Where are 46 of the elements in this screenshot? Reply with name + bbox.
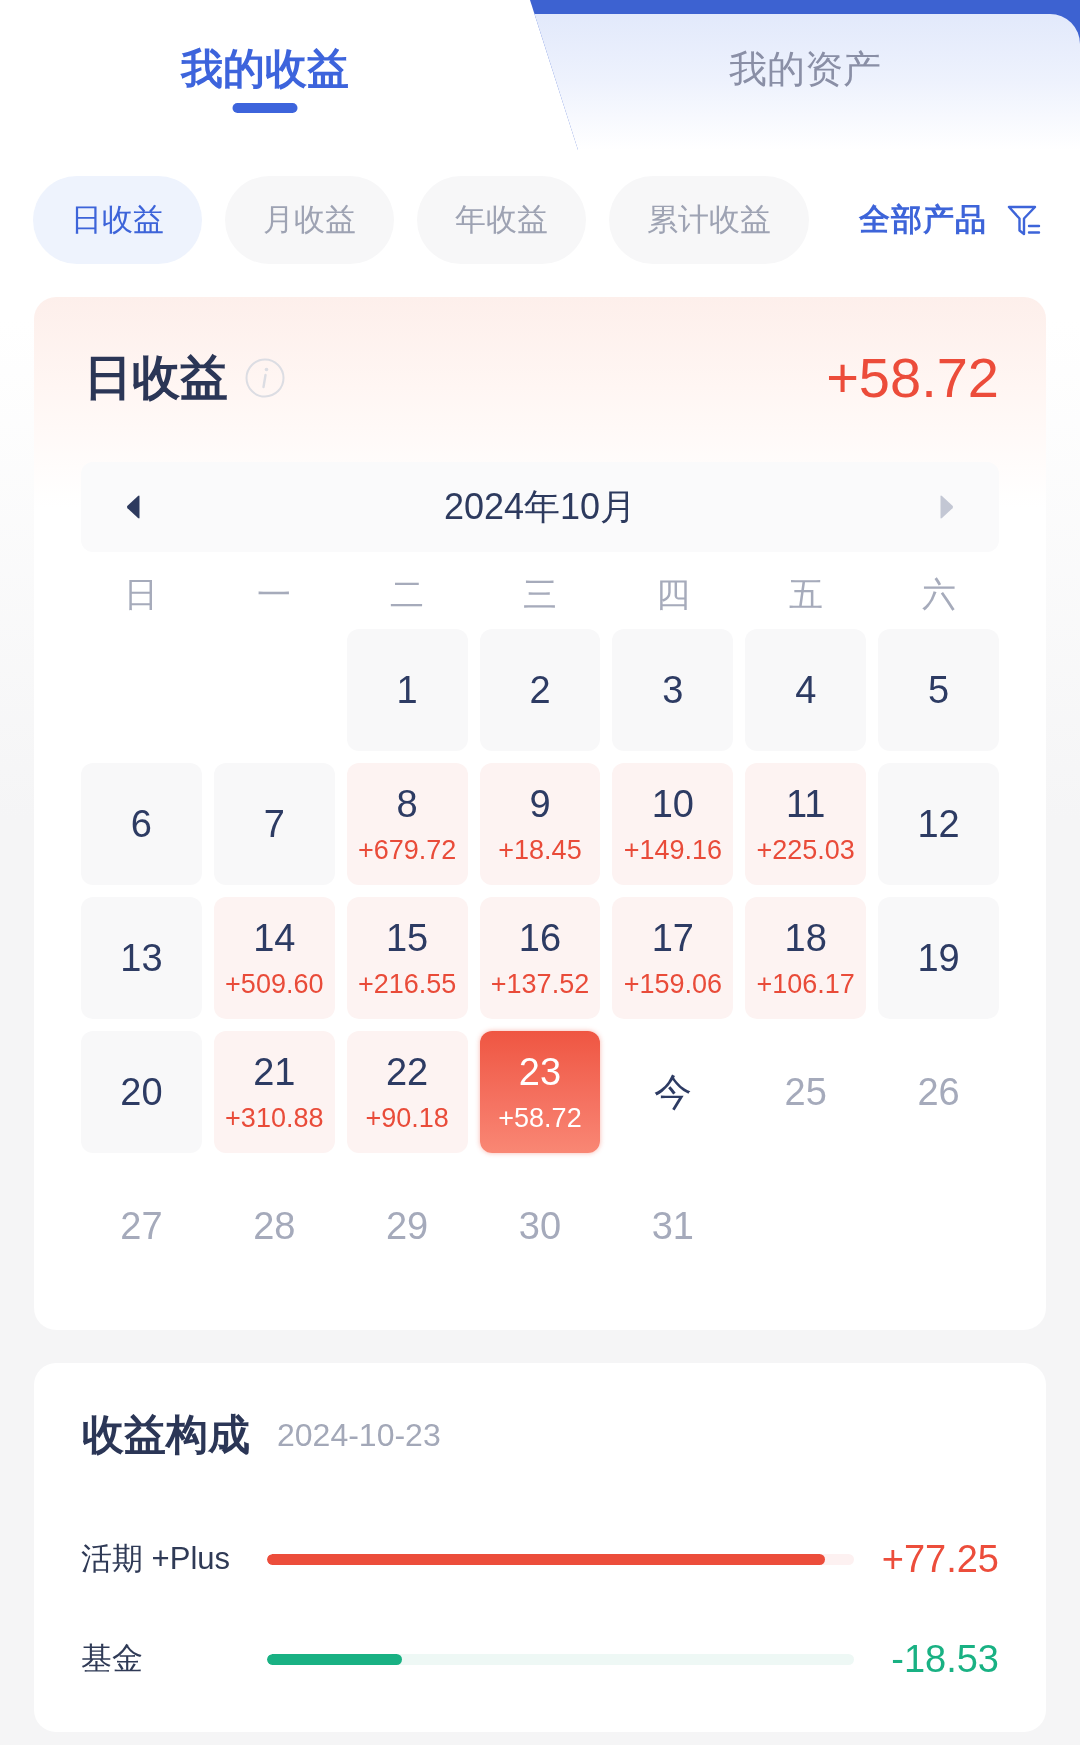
weekday-label: 一 — [256, 573, 293, 615]
info-icon[interactable] — [245, 358, 285, 398]
weekday-label: 五 — [787, 573, 824, 615]
calendar-day[interactable]: 19 — [878, 897, 999, 1019]
period-filter-chip[interactable]: 日收益 — [33, 176, 202, 264]
breakdown-date: 2024-10-23 — [277, 1416, 441, 1455]
section-title: 收益构成 — [82, 1411, 250, 1459]
product-name: 基金 — [81, 1640, 144, 1678]
calendar-day[interactable]: 13 — [81, 897, 202, 1019]
calendar-day[interactable]: 6 — [81, 763, 202, 885]
calendar-day[interactable]: 3 — [612, 629, 734, 751]
product-name: 活期 +Plus — [81, 1540, 232, 1578]
filter-icon — [1007, 203, 1041, 237]
calendar-day[interactable]: 21 +310.88 — [213, 1031, 335, 1153]
calendar-day[interactable]: 18 +106.17 — [745, 897, 867, 1019]
calendar-day[interactable]: 20 — [81, 1031, 202, 1153]
caret-right-icon — [939, 495, 954, 519]
caret-left-icon — [126, 495, 141, 519]
previous-month-button[interactable] — [126, 495, 141, 519]
calendar-day[interactable]: 9 +18.45 — [479, 763, 601, 885]
daily-total-amount: +58.72 — [826, 348, 999, 408]
month-label: 2024年10月 — [443, 484, 637, 529]
calendar-day[interactable]: 7 — [213, 763, 335, 885]
weekday-label: 日 — [123, 573, 160, 615]
calendar-day[interactable]: 1 — [346, 629, 468, 751]
calendar-day[interactable]: 15 +216.55 — [346, 897, 468, 1019]
weekday-label: 二 — [389, 573, 426, 615]
calendar-day[interactable]: 5 — [878, 629, 999, 751]
weekday-label: 六 — [920, 573, 957, 615]
card-title: 日收益 — [84, 350, 228, 406]
calendar-day[interactable]: 17 +159.06 — [612, 897, 734, 1019]
product-earnings: -18.53 — [890, 1637, 999, 1681]
calendar-day[interactable]: 11 +225.03 — [745, 763, 867, 885]
calendar-day[interactable]: 22 +90.18 — [346, 1031, 468, 1153]
calendar-day[interactable]: 16 +137.52 — [479, 897, 601, 1019]
calendar-day[interactable]: 今 — [612, 1031, 734, 1153]
calendar-day[interactable]: 12 — [878, 763, 999, 885]
calendar-day[interactable]: 14 +509.60 — [213, 897, 335, 1019]
product-filter-button[interactable]: 全部产品 — [859, 199, 1041, 241]
product-earnings: +77.25 — [880, 1537, 999, 1581]
calendar-day[interactable]: 10 +149.16 — [612, 763, 734, 885]
calendar-day[interactable]: 8 +679.72 — [346, 763, 468, 885]
calendar-day[interactable]: 2 — [479, 629, 601, 751]
weekday-label: 三 — [522, 573, 558, 615]
calendar-day[interactable]: 4 — [745, 629, 867, 751]
weekday-label: 四 — [654, 573, 691, 615]
